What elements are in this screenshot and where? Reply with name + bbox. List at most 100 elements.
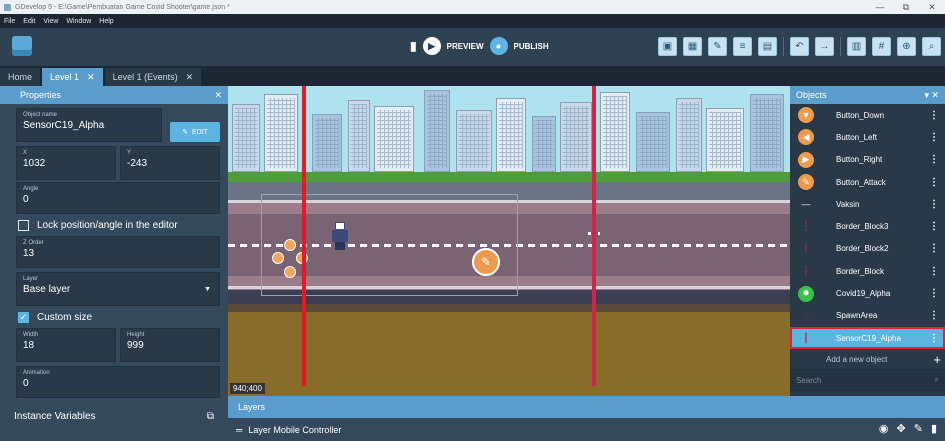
sensor-line-right[interactable] — [592, 86, 596, 386]
lock-checkbox[interactable] — [18, 219, 29, 231]
width-field[interactable]: Width 18 — [16, 328, 116, 362]
object-item-sensorc19-alpha[interactable]: ┃ SensorC19_Alpha ⋮ — [790, 326, 945, 350]
publish-icon[interactable]: ● — [489, 37, 508, 55]
layer-select[interactable]: Layer Base layer ▼ — [16, 272, 220, 306]
field-label: Animation — [23, 370, 50, 376]
menu-view[interactable]: View — [43, 18, 58, 25]
more-options-icon[interactable]: ⋮ — [929, 154, 939, 165]
object-item-vaksin[interactable]: — Vaksin ⋮ — [790, 193, 945, 215]
menu-file[interactable]: File — [4, 18, 15, 25]
pencil-icon: ✎ — [182, 129, 188, 136]
list-icon[interactable]: ≡ — [733, 37, 752, 56]
objects-title: Objects — [796, 90, 827, 100]
scene-canvas[interactable]: ✎ 940;400 — [228, 86, 790, 396]
add-new-object-row[interactable]: Add a new object + — [790, 349, 945, 369]
close-window-button[interactable]: ✕ — [919, 2, 945, 13]
dpad-left-button[interactable] — [272, 252, 284, 264]
attack-button-sprite[interactable]: ✎ — [472, 248, 500, 276]
close-tab-icon[interactable]: ✕ — [87, 72, 95, 83]
objects-icon[interactable]: ▦ — [683, 37, 702, 56]
field-label: Angle — [23, 186, 39, 192]
more-options-icon[interactable]: ⋮ — [929, 310, 939, 321]
open-external-icon[interactable]: ⧉ — [207, 411, 214, 422]
objects-header-controls[interactable]: ▾ ✕ — [924, 90, 939, 101]
object-item-button-right[interactable]: ▶ Button_Right ⋮ — [790, 149, 945, 171]
more-options-icon[interactable]: ⋮ — [929, 266, 939, 277]
events-icon[interactable]: ▤ — [758, 37, 777, 56]
field-value: 18 — [23, 340, 35, 351]
lock-position-row[interactable]: Lock position/angle in the editor — [0, 216, 228, 234]
lighting-icon[interactable]: ✥ — [897, 422, 906, 435]
tab-label: Level 1 — [50, 72, 80, 82]
more-options-icon[interactable]: ⋮ — [929, 177, 939, 188]
player-sprite[interactable] — [332, 222, 348, 250]
edit-icon[interactable]: ✎ — [708, 37, 727, 56]
object-item-border-block[interactable]: ┆ Border_Block ⋮ — [790, 260, 945, 282]
sensor-line-left[interactable] — [302, 86, 306, 386]
maximize-button[interactable]: ⧉ — [893, 2, 919, 13]
more-options-icon[interactable]: ⋮ — [929, 199, 939, 210]
object-item-covid19-alpha[interactable]: ✸ Covid19_Alpha ⋮ — [790, 282, 945, 304]
preview-icon[interactable]: ▶ — [422, 37, 441, 55]
minimize-button[interactable]: — — [867, 2, 893, 12]
more-icon[interactable]: ⌕ — [922, 37, 941, 56]
tab-level-1[interactable]: Level 1 ✕ — [42, 68, 103, 86]
plus-icon[interactable]: + — [933, 352, 941, 367]
layers-icon[interactable]: ▥ — [847, 37, 866, 56]
more-options-icon[interactable]: ⋮ — [929, 132, 939, 143]
more-options-icon[interactable]: ⋮ — [929, 333, 939, 344]
menu-edit[interactable]: Edit — [23, 18, 35, 25]
field-label: Layer — [23, 276, 39, 282]
object-item-spawnarea[interactable]: ◌ SpawnArea ⋮ — [790, 305, 945, 327]
edit-object-button[interactable]: ✎ EDIT — [170, 122, 220, 142]
more-options-icon[interactable]: ⋮ — [929, 243, 939, 254]
custom-size-checkbox[interactable]: ✓ — [18, 311, 29, 323]
drag-handle-icon[interactable]: ═ — [236, 425, 242, 435]
close-panel-icon[interactable]: ✕ — [214, 90, 222, 101]
height-field[interactable]: Height 999 — [120, 328, 220, 362]
more-options-icon[interactable]: ⋮ — [929, 288, 939, 299]
dpad-up-button[interactable] — [284, 239, 296, 251]
syringe-icon: — — [801, 199, 811, 210]
redo-icon[interactable]: → — [815, 37, 834, 56]
object-item-button-down[interactable]: ▼ Button_Down ⋮ — [790, 104, 945, 126]
x-field[interactable]: X 1032 — [16, 146, 116, 180]
red-bar-icon: ┆ — [803, 243, 809, 254]
scene-icon[interactable]: ▣ — [658, 37, 677, 56]
object-item-button-attack[interactable]: ✎ Button_Attack ⋮ — [790, 171, 945, 193]
building — [232, 104, 260, 172]
instance-variables-row[interactable]: Instance Variables ⧉ — [0, 402, 228, 430]
field-value: 999 — [127, 340, 144, 351]
project-manager-icon[interactable] — [12, 36, 32, 56]
animation-field[interactable]: Animation 0 — [16, 366, 220, 398]
angle-field[interactable]: Angle 0 — [16, 182, 220, 214]
z-order-field[interactable]: Z Order 13 — [16, 236, 220, 268]
tab-level-1-events[interactable]: Level 1 (Events) ✕ — [104, 68, 202, 86]
delete-layer-icon[interactable]: ▮ — [931, 422, 937, 435]
edit-layer-icon[interactable]: ✎ — [914, 422, 923, 435]
object-item-button-left[interactable]: ◀ Button_Left ⋮ — [790, 126, 945, 148]
dpad-down-button[interactable] — [284, 266, 296, 278]
custom-size-row[interactable]: ✓ Custom size — [0, 308, 228, 326]
undo-icon[interactable]: ↶ — [790, 37, 809, 56]
building — [424, 90, 450, 172]
object-item-border-block3[interactable]: ┆ Border_Block3 ⋮ — [790, 215, 945, 237]
publish-button[interactable]: PUBLISH — [514, 42, 549, 51]
object-name-field[interactable]: Object name SensorC19_Alpha — [16, 108, 162, 142]
object-item-border-block2[interactable]: ┆ Border_Block2 ⋮ — [790, 238, 945, 260]
zoom-icon[interactable]: ⊕ — [897, 37, 916, 56]
more-options-icon[interactable]: ⋮ — [929, 221, 939, 232]
close-tab-icon[interactable]: ✕ — [186, 72, 194, 83]
more-options-icon[interactable]: ⋮ — [929, 110, 939, 121]
menu-window[interactable]: Window — [66, 18, 91, 25]
debug-icon[interactable]: ▮ — [410, 39, 417, 53]
tab-home[interactable]: Home — [0, 68, 41, 86]
editor-tabs: Home Level 1 ✕ Level 1 (Events) ✕ — [0, 66, 945, 86]
y-field[interactable]: Y -243 — [120, 146, 220, 180]
preview-button[interactable]: PREVIEW — [447, 42, 484, 51]
objects-search-input[interactable]: Search ⌕ — [790, 369, 945, 392]
visibility-eye-icon[interactable]: ◉ — [879, 422, 889, 435]
grid-icon[interactable]: # — [872, 37, 891, 56]
layer-row-mobile-controller[interactable]: ═ Layer Mobile Controller ◉ ✥ ✎ ▮ — [228, 418, 945, 441]
menu-help[interactable]: Help — [99, 18, 113, 25]
